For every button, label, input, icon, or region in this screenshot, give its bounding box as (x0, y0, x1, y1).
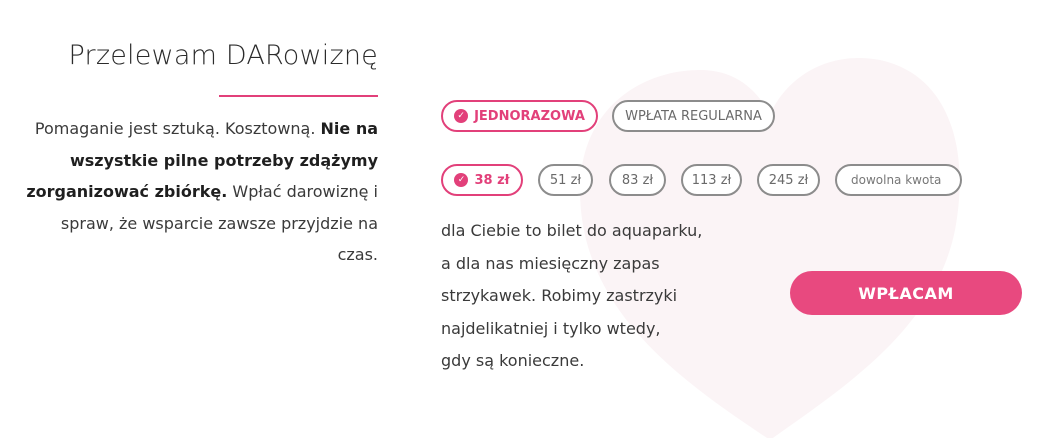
intro-column: Przelewam DARowiznę Pomaganie jest sztuk… (0, 0, 378, 438)
frequency-one-time-button[interactable]: ✓ JEDNORAZOWA (441, 100, 598, 132)
amount-83-label: 83 zł (621, 172, 654, 188)
amount-description: dla Ciebie to bilet do aquaparku, a dla … (441, 215, 741, 378)
page-title: Przelewam DARowiznę (68, 40, 378, 71)
intro-text-part1: Pomaganie jest sztuką. Kosztowną. (34, 119, 321, 138)
description-line: dla Ciebie to bilet do aquaparku, (441, 221, 703, 240)
check-circle-icon: ✓ (454, 173, 469, 187)
intro-text: Pomaganie jest sztuką. Kosztowną. Nie na… (18, 113, 378, 271)
amount-38-button[interactable]: ✓ 38 zł (441, 164, 523, 196)
amount-38-label: 38 zł (474, 172, 510, 188)
amount-83-button[interactable]: 83 zł (609, 164, 666, 196)
amount-51-label: 51 zł (549, 172, 582, 188)
frequency-recurring-button[interactable]: WPŁATA REGULARNA (612, 100, 775, 132)
description-line: strzykawek. Robimy zastrzyki (441, 286, 678, 305)
description-line: najdelikatniej i tylko wtedy, (441, 318, 661, 338)
custom-amount-input[interactable] (835, 164, 962, 196)
amount-113-button[interactable]: 113 zł (681, 164, 742, 196)
amount-245-label: 245 zł (768, 172, 809, 188)
amount-245-button[interactable]: 245 zł (757, 164, 820, 196)
description-line: a dla nas miesięczny zapas (441, 253, 660, 273)
description-line: gdy są konieczne. (441, 351, 585, 370)
title-underline (219, 95, 378, 97)
amount-51-button[interactable]: 51 zł (538, 164, 593, 196)
check-circle-icon: ✓ (454, 109, 469, 123)
frequency-recurring-label: WPŁATA REGULARNA (625, 108, 762, 124)
donate-button[interactable]: WPŁACAM (790, 271, 1022, 315)
frequency-one-time-label: JEDNORAZOWA (474, 108, 585, 124)
amount-113-label: 113 zł (691, 172, 732, 188)
